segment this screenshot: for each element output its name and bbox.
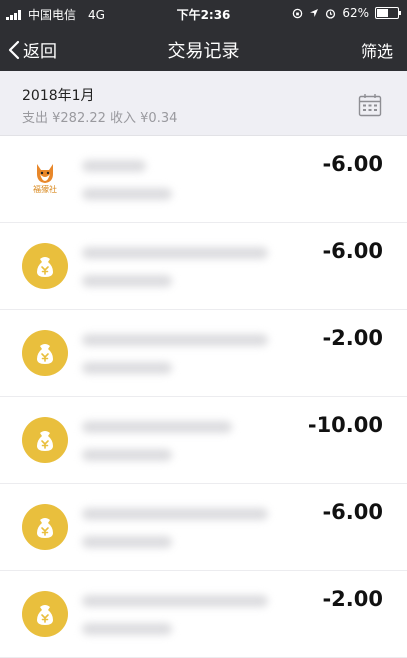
blurred-time bbox=[82, 275, 172, 287]
blurred-time bbox=[82, 623, 172, 635]
blurred-title bbox=[82, 334, 268, 346]
page-title: 交易记录 bbox=[167, 41, 240, 62]
money-bag-icon bbox=[22, 417, 68, 463]
status-bar: 中国电信 4G 下午2:36 62% bbox=[0, 0, 407, 27]
blurred-time bbox=[82, 536, 172, 548]
money-bag-icon bbox=[22, 591, 68, 637]
battery-fill bbox=[377, 9, 388, 17]
blurred-time bbox=[82, 188, 172, 200]
transaction-amount: -6.00 bbox=[322, 152, 383, 176]
blurred-title bbox=[82, 247, 268, 259]
transaction-row[interactable]: -2.00 bbox=[0, 571, 407, 658]
transaction-amount: -10.00 bbox=[307, 413, 383, 437]
transaction-amount: -2.00 bbox=[322, 587, 383, 611]
transaction-amount: -6.00 bbox=[322, 239, 383, 263]
transaction-row[interactable]: -6.00 bbox=[0, 484, 407, 571]
nav-bar: 返回 交易记录 筛选 bbox=[0, 27, 407, 71]
transaction-row[interactable]: -6.00 bbox=[0, 223, 407, 310]
month-summary: 支出 ¥282.22 收入 ¥0.34 bbox=[22, 111, 178, 126]
blurred-time bbox=[82, 362, 172, 374]
status-bar-right: 62% bbox=[292, 6, 401, 20]
blurred-title bbox=[82, 508, 268, 520]
money-bag-icon bbox=[22, 330, 68, 376]
location-icon bbox=[310, 9, 319, 17]
filter-button[interactable]: 筛选 bbox=[361, 38, 393, 62]
battery-icon bbox=[375, 7, 401, 19]
rotation-lock-icon bbox=[293, 8, 303, 18]
battery-percent: 62% bbox=[342, 6, 369, 20]
transaction-amount: -2.00 bbox=[322, 326, 383, 350]
transaction-amount: -6.00 bbox=[322, 500, 383, 524]
alarm-icon bbox=[326, 8, 336, 19]
transaction-row[interactable]: -10.00 bbox=[0, 397, 407, 484]
fox-logo-icon: 福獴社 bbox=[22, 156, 68, 202]
calendar-icon[interactable] bbox=[358, 93, 382, 117]
blurred-time bbox=[82, 449, 172, 461]
blurred-title bbox=[82, 160, 146, 172]
money-bag-icon bbox=[22, 504, 68, 550]
month-title: 2018年1月 bbox=[22, 88, 95, 104]
blurred-title bbox=[82, 595, 268, 607]
transaction-list: 福獴社 -6.00 -6.00 -2.00 -10.00 -6.00 -2.00 bbox=[0, 136, 407, 658]
month-header: 2018年1月 支出 ¥282.22 收入 ¥0.34 bbox=[0, 71, 407, 136]
transaction-row[interactable]: -2.00 bbox=[0, 310, 407, 397]
transaction-row[interactable]: 福獴社 -6.00 bbox=[0, 136, 407, 223]
money-bag-icon bbox=[22, 243, 68, 289]
fox-logo-text: 福獴社 bbox=[33, 184, 57, 194]
blurred-title bbox=[82, 421, 232, 433]
